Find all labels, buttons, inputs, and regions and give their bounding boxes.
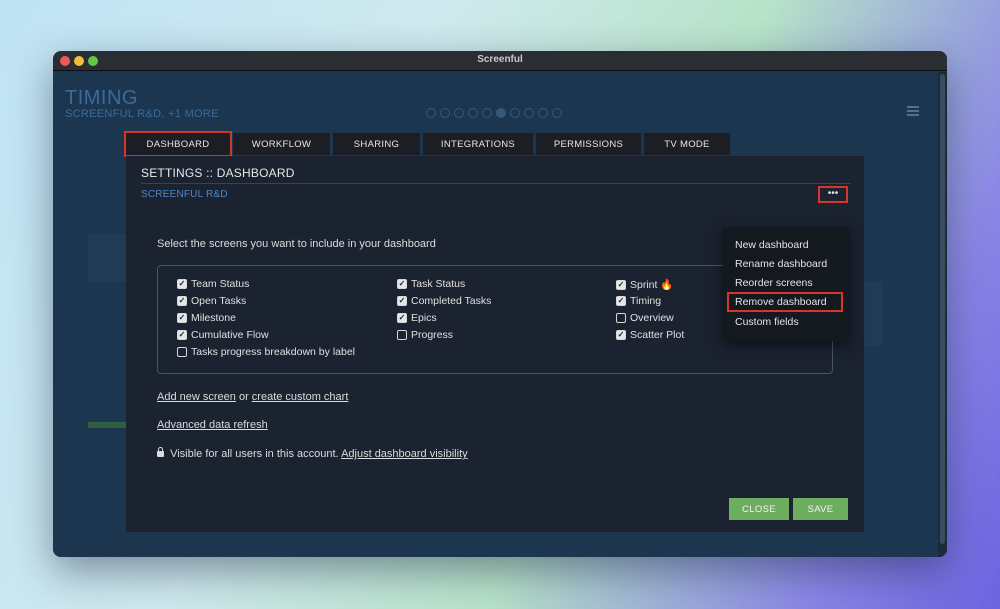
dashboard-title: TIMING bbox=[65, 87, 138, 109]
checkbox-label: Timing bbox=[630, 295, 662, 307]
settings-modal: SETTINGS :: DASHBOARD SCREENFUL R&D ••• … bbox=[126, 156, 864, 532]
close-button[interactable]: CLOSE bbox=[729, 498, 789, 520]
screen-checkbox-completed-tasks[interactable]: ✓ Completed Tasks bbox=[397, 295, 491, 307]
page-dot-active[interactable] bbox=[496, 108, 506, 118]
background-bar bbox=[88, 422, 128, 428]
page-dot[interactable] bbox=[524, 108, 534, 118]
visibility-row: Visible for all users in this account. A… bbox=[157, 447, 468, 460]
checkbox-label: Progress bbox=[411, 329, 454, 341]
add-new-screen-link[interactable]: Add new screen bbox=[157, 391, 236, 403]
page-dot[interactable] bbox=[426, 108, 436, 118]
checkbox-label: Completed Tasks bbox=[411, 295, 492, 307]
tab-label: INTEGRATIONS bbox=[440, 138, 516, 150]
tab-workflow[interactable]: WORKFLOW bbox=[233, 133, 330, 155]
screen-checkbox-overview[interactable]: Overview bbox=[616, 312, 674, 324]
checkbox-unchecked-icon[interactable] bbox=[616, 313, 626, 323]
checkbox-checked-icon[interactable]: ✓ bbox=[616, 330, 626, 340]
screen-checkbox-team-status[interactable]: ✓ Team Status bbox=[177, 278, 249, 290]
screen-checkbox-tasks-progress-breakdown[interactable]: Tasks progress breakdown by label bbox=[177, 346, 355, 358]
dashboard-subtitle: SCREENFUL R&D, +1 MORE bbox=[65, 108, 219, 120]
page-dot[interactable] bbox=[510, 108, 520, 118]
checkbox-checked-icon[interactable]: ✓ bbox=[397, 279, 407, 289]
checkbox-label: Sprint 🔥 bbox=[630, 279, 674, 291]
tab-integrations[interactable]: INTEGRATIONS bbox=[423, 133, 533, 155]
checkbox-label: Team Status bbox=[191, 278, 250, 290]
create-custom-chart-link[interactable]: create custom chart bbox=[252, 391, 349, 403]
checkbox-label: Overview bbox=[630, 312, 674, 324]
screen-checkbox-epics[interactable]: ✓ Epics bbox=[397, 312, 437, 324]
visibility-text: Visible for all users in this account. bbox=[170, 448, 339, 460]
page-indicator bbox=[426, 108, 562, 118]
page-dot[interactable] bbox=[454, 108, 464, 118]
menu-item-reorder-screens[interactable]: Reorder screens bbox=[727, 273, 843, 293]
checkbox-label: Tasks progress breakdown by label bbox=[191, 346, 356, 358]
screen-checkbox-task-status[interactable]: ✓ Task Status bbox=[397, 278, 465, 290]
hamburger-menu-icon[interactable] bbox=[907, 106, 919, 118]
checkbox-checked-icon[interactable]: ✓ bbox=[397, 313, 407, 323]
page-dot[interactable] bbox=[440, 108, 450, 118]
checkbox-label: Milestone bbox=[191, 312, 236, 324]
settings-tabs: DASHBOARD WORKFLOW SHARING INTEGRATIONS … bbox=[124, 131, 730, 157]
tab-tv-mode[interactable]: TV MODE bbox=[644, 133, 730, 155]
page-dot[interactable] bbox=[552, 108, 562, 118]
adjust-visibility-link[interactable]: Adjust dashboard visibility bbox=[341, 448, 468, 460]
app-content: TIMING SCREENFUL R&D, +1 MORE DASHBOARD … bbox=[53, 72, 947, 557]
tab-dashboard[interactable]: DASHBOARD bbox=[124, 131, 232, 157]
advanced-data-refresh-link[interactable]: Advanced data refresh bbox=[157, 419, 268, 431]
tab-label: PERMISSIONS bbox=[553, 138, 624, 150]
scroll-thumb[interactable] bbox=[940, 74, 945, 544]
menu-item-rename-dashboard[interactable]: Rename dashboard bbox=[727, 254, 843, 274]
divider bbox=[141, 183, 851, 184]
tab-label: SHARING bbox=[353, 138, 400, 150]
app-window: Screenful TIMING SCREENFUL R&D, +1 MORE … bbox=[53, 51, 947, 557]
screen-checkbox-cumulative-flow[interactable]: ✓ Cumulative Flow bbox=[177, 329, 269, 341]
save-button[interactable]: SAVE bbox=[793, 498, 848, 520]
screen-checkbox-timing[interactable]: ✓ Timing bbox=[616, 295, 661, 307]
checkbox-checked-icon[interactable]: ✓ bbox=[177, 313, 187, 323]
instruction-text: Select the screens you want to include i… bbox=[157, 238, 436, 250]
advanced-refresh-row: Advanced data refresh bbox=[157, 419, 268, 431]
checkbox-checked-icon[interactable]: ✓ bbox=[616, 296, 626, 306]
menu-item-new-dashboard[interactable]: New dashboard bbox=[727, 235, 843, 255]
checkbox-checked-icon[interactable]: ✓ bbox=[397, 296, 407, 306]
window-title: Screenful bbox=[477, 54, 523, 65]
dashboard-name: SCREENFUL R&D bbox=[141, 189, 228, 200]
dashboard-options-menu: New dashboard Rename dashboard Reorder s… bbox=[723, 227, 849, 341]
checkbox-checked-icon[interactable]: ✓ bbox=[177, 279, 187, 289]
screen-checkbox-sprint[interactable]: ✓ Sprint 🔥 bbox=[616, 278, 673, 291]
checkbox-checked-icon[interactable]: ✓ bbox=[177, 330, 187, 340]
screen-checkbox-open-tasks[interactable]: ✓ Open Tasks bbox=[177, 295, 246, 307]
more-options-button[interactable]: ••• bbox=[818, 186, 848, 203]
tab-sharing[interactable]: SHARING bbox=[333, 133, 420, 155]
scrollbar[interactable] bbox=[938, 72, 947, 557]
checkbox-label: Open Tasks bbox=[191, 295, 247, 307]
add-screen-row: Add new screen or create custom chart bbox=[157, 391, 348, 403]
tab-label: DASHBOARD bbox=[146, 138, 210, 150]
page-dot[interactable] bbox=[468, 108, 478, 118]
menu-item-custom-fields[interactable]: Custom fields bbox=[727, 312, 843, 332]
page-dot[interactable] bbox=[538, 108, 548, 118]
screen-checkbox-progress[interactable]: Progress bbox=[397, 329, 453, 341]
checkbox-label: Scatter Plot bbox=[630, 329, 685, 341]
page-dot[interactable] bbox=[482, 108, 492, 118]
tab-label: TV MODE bbox=[664, 138, 710, 150]
lock-icon bbox=[157, 447, 164, 457]
checkbox-label: Cumulative Flow bbox=[191, 329, 269, 341]
modal-title: SETTINGS :: DASHBOARD bbox=[141, 166, 295, 180]
tab-permissions[interactable]: PERMISSIONS bbox=[536, 133, 641, 155]
screen-checkbox-milestone[interactable]: ✓ Milestone bbox=[177, 312, 236, 324]
or-text: or bbox=[238, 391, 249, 403]
title-bar: Screenful bbox=[53, 51, 947, 71]
screen-checkbox-scatter-plot[interactable]: ✓ Scatter Plot bbox=[616, 329, 684, 341]
checkbox-unchecked-icon[interactable] bbox=[177, 347, 187, 357]
menu-item-remove-dashboard[interactable]: Remove dashboard bbox=[727, 292, 843, 312]
checkbox-unchecked-icon[interactable] bbox=[397, 330, 407, 340]
tab-label: WORKFLOW bbox=[251, 138, 312, 150]
checkbox-checked-icon[interactable]: ✓ bbox=[616, 279, 626, 290]
checkbox-label: Task Status bbox=[411, 278, 466, 290]
checkbox-checked-icon[interactable]: ✓ bbox=[177, 296, 187, 306]
checkbox-label: Epics bbox=[411, 312, 437, 324]
